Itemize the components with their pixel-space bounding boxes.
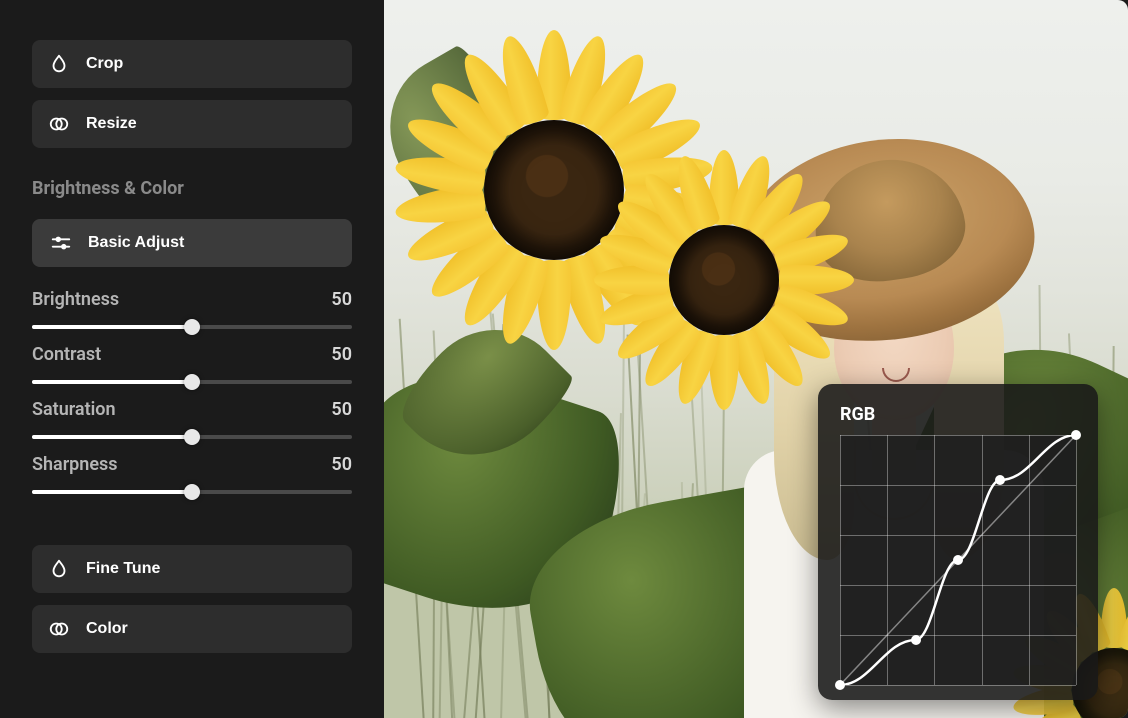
curve-point[interactable] — [953, 555, 963, 565]
slider-value: 50 — [331, 344, 352, 365]
rgb-panel-title: RGB — [840, 404, 1076, 425]
rgb-curve-panel[interactable]: RGB — [818, 384, 1098, 700]
slider-label: Brightness — [32, 289, 119, 310]
crop-button-label: Crop — [86, 55, 123, 73]
resize-button[interactable]: Resize — [32, 100, 352, 148]
slider-track[interactable] — [32, 485, 352, 499]
slider-saturation: Saturation 50 — [32, 399, 352, 444]
slider-track[interactable] — [32, 320, 352, 334]
crop-button[interactable]: Crop — [32, 40, 352, 88]
slider-value: 50 — [331, 289, 352, 310]
sliders-icon — [50, 232, 72, 254]
overlap-circles-icon — [48, 618, 70, 640]
image-canvas[interactable]: RGB — [384, 0, 1128, 718]
curve-point[interactable] — [911, 635, 921, 645]
overlap-circles-icon — [48, 113, 70, 135]
slider-value: 50 — [331, 399, 352, 420]
fine-tune-label: Fine Tune — [86, 560, 160, 578]
drop-icon — [48, 53, 70, 75]
fine-tune-button[interactable]: Fine Tune — [32, 545, 352, 593]
slider-label: Sharpness — [32, 454, 118, 475]
slider-label: Saturation — [32, 399, 116, 420]
curve-point[interactable] — [995, 475, 1005, 485]
slider-thumb[interactable] — [184, 374, 200, 390]
slider-thumb[interactable] — [184, 319, 200, 335]
rgb-curve-grid[interactable] — [840, 435, 1076, 685]
basic-adjust-label: Basic Adjust — [88, 234, 184, 252]
slider-brightness: Brightness 50 — [32, 289, 352, 334]
slider-thumb[interactable] — [184, 429, 200, 445]
color-label: Color — [86, 620, 128, 638]
slider-label: Contrast — [32, 344, 101, 365]
slider-thumb[interactable] — [184, 484, 200, 500]
curve-point[interactable] — [1071, 430, 1081, 440]
slider-value: 50 — [331, 454, 352, 475]
basic-adjust-button[interactable]: Basic Adjust — [32, 219, 352, 267]
slider-track[interactable] — [32, 375, 352, 389]
slider-track[interactable] — [32, 430, 352, 444]
slider-contrast: Contrast 50 — [32, 344, 352, 389]
drop-outline-icon — [48, 558, 70, 580]
slider-sharpness: Sharpness 50 — [32, 454, 352, 499]
section-title: Brightness & Color — [32, 178, 352, 199]
sliders-group: Brightness50Contrast50Saturation50Sharpn… — [32, 279, 352, 499]
color-button[interactable]: Color — [32, 605, 352, 653]
curve-point[interactable] — [835, 680, 845, 690]
resize-button-label: Resize — [86, 115, 137, 133]
sidebar: Crop Resize Brightness & Color Basic Adj… — [0, 0, 384, 718]
sunflower — [594, 150, 854, 410]
